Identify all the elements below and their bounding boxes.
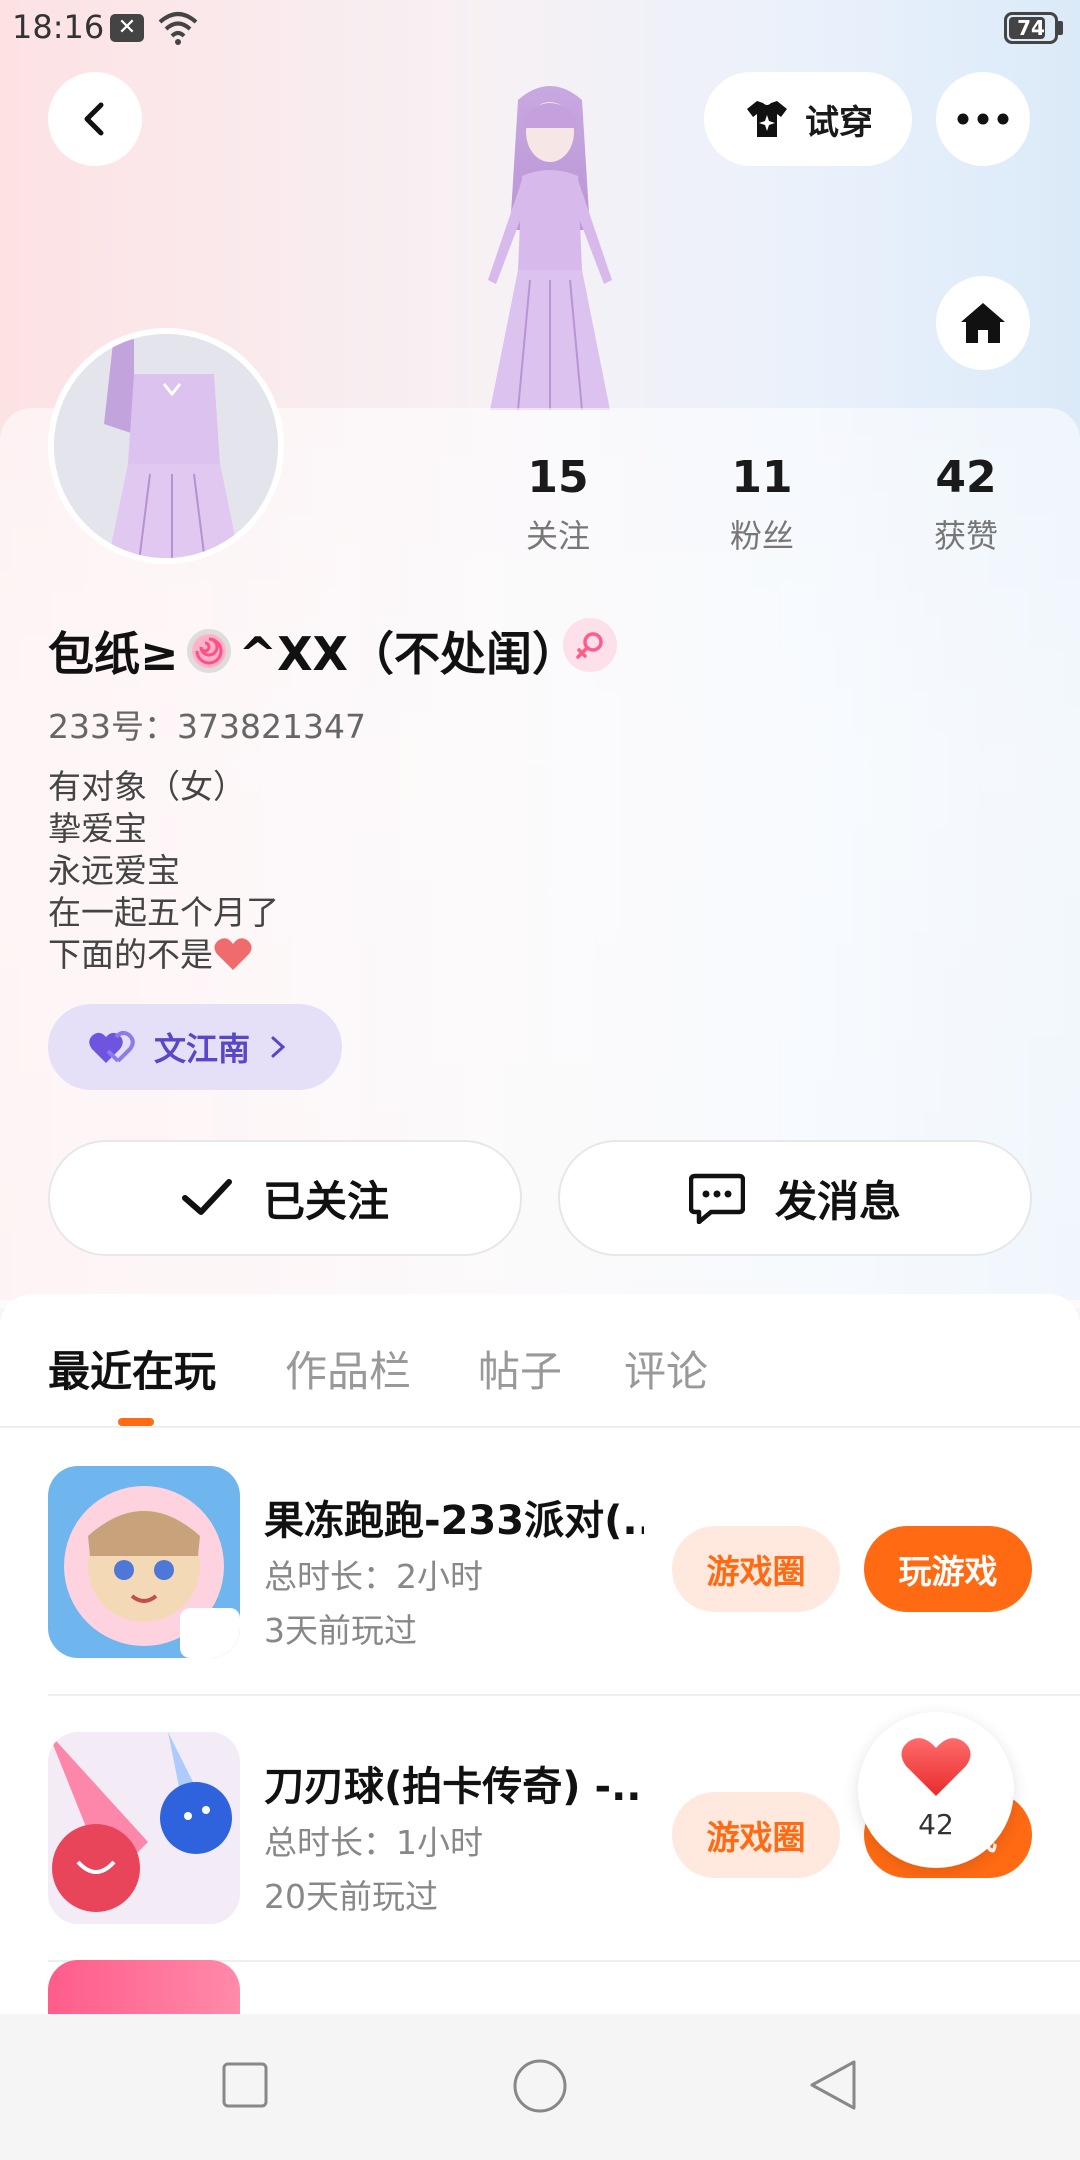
couple-name: 文江南: [154, 1030, 251, 1068]
bio-line: 有对象（女）: [48, 767, 246, 806]
shirt-sparkle-icon: [747, 101, 787, 137]
tab-works[interactable]: 作品栏: [285, 1338, 411, 1399]
stat-following-value: 15: [527, 452, 589, 503]
tab-bar: 最近在玩 作品栏 帖子 评论: [0, 1294, 1080, 1428]
lollipop-emoji-icon: [186, 629, 231, 673]
content-panel: 最近在玩 作品栏 帖子 评论 果冻跑跑-233派对(... 总时长：2小时 3天…: [0, 1294, 1080, 2014]
profile-name: 包纸≥ ^XX（不处闺）: [48, 618, 578, 684]
home-nav-icon[interactable]: [512, 2058, 568, 2114]
avatar-3d-figure: [488, 86, 612, 410]
like-count: 42: [918, 1808, 954, 1841]
profile-name-prefix: 包纸≥: [48, 627, 179, 681]
more-button[interactable]: [936, 72, 1030, 166]
heart-icon: [901, 1738, 971, 1796]
profile-name-suffix: ^XX（不处闺）: [238, 627, 579, 681]
heart-emoji-icon: [214, 938, 252, 970]
status-bar: 18:16 ✕ 74: [0, 0, 1080, 56]
bio-line: 在一起五个月了: [48, 893, 279, 932]
chevron-right-icon: [271, 1036, 286, 1058]
stat-following-label: 关注: [525, 517, 590, 555]
notification-x-icon: ✕: [110, 14, 144, 42]
play-game-button[interactable]: 玩游戏: [864, 1526, 1032, 1612]
stat-following[interactable]: 15 关注: [488, 452, 628, 557]
game-1-artwork: [48, 1466, 240, 1658]
more-dots-icon: [957, 113, 1009, 125]
home-button[interactable]: [936, 276, 1030, 370]
female-icon: [576, 632, 603, 659]
game-icon-blade-ball[interactable]: [48, 1732, 240, 1924]
bio: 有对象（女） 挚爱宝 永远爱宝 在一起五个月了 下面的不是: [48, 766, 279, 976]
try-on-button[interactable]: 试穿: [704, 72, 912, 166]
user-id[interactable]: 233号：373821347: [48, 700, 366, 748]
stat-fans[interactable]: 11 粉丝: [692, 452, 832, 557]
home-icon: [961, 303, 1005, 343]
chat-bubble-icon: [688, 1173, 745, 1224]
tab-comments[interactable]: 评论: [624, 1338, 708, 1399]
game-circle-button[interactable]: 游戏圈: [672, 1526, 840, 1612]
game-row[interactable]: 果冻跑跑-233派对(... 总时长：2小时 3天前玩过 游戏圈 玩游戏: [48, 1428, 1080, 1696]
followed-button[interactable]: 已关注: [48, 1140, 522, 1256]
game-icon-jelly-run[interactable]: [48, 1466, 240, 1658]
check-icon: [181, 1179, 232, 1215]
game-icon-partial: [48, 1960, 240, 2014]
followed-label: 已关注: [262, 1176, 389, 1226]
recents-icon[interactable]: [222, 2062, 268, 2108]
bio-line: 下面的不是: [48, 935, 213, 974]
tab-indicator: [118, 1418, 154, 1426]
chevron-left-icon: [84, 102, 104, 136]
game-last-played: 20天前玩过: [264, 1877, 438, 1916]
bio-line-with-heart: 下面的不是: [48, 934, 279, 976]
game-2-artwork: [48, 1732, 240, 1924]
game-title: 果冻跑跑-233派对(...: [264, 1498, 644, 1544]
back-nav-icon[interactable]: [808, 2058, 858, 2112]
back-button[interactable]: [48, 72, 142, 166]
stat-likes-label: 获赞: [933, 517, 998, 555]
tab-recently-played[interactable]: 最近在玩: [48, 1338, 216, 1399]
wifi-icon: [158, 12, 198, 45]
message-button[interactable]: 发消息: [558, 1140, 1032, 1256]
bio-line: 挚爱宝: [48, 809, 147, 848]
gender-badge: [563, 618, 617, 672]
avatar[interactable]: [48, 328, 284, 564]
like-button[interactable]: 42: [858, 1712, 1014, 1868]
stat-likes[interactable]: 42 获赞: [896, 452, 1036, 557]
stat-fans-label: 粉丝: [729, 517, 794, 555]
game-duration: 总时长：2小时: [264, 1557, 483, 1596]
battery-level: 74: [1017, 16, 1045, 40]
couple-badge[interactable]: 文江南: [48, 1004, 342, 1090]
tab-posts[interactable]: 帖子: [478, 1338, 562, 1399]
battery-cap: [1058, 21, 1063, 35]
system-nav-bar: [0, 2014, 1080, 2160]
game-last-played: 3天前玩过: [264, 1611, 417, 1650]
game-duration: 总时长：1小时: [264, 1823, 483, 1862]
bio-line: 永远爱宝: [48, 851, 180, 890]
game-circle-button[interactable]: 游戏圈: [672, 1792, 840, 1878]
stat-likes-value: 42: [935, 452, 997, 503]
battery-icon: 74: [1004, 12, 1058, 44]
status-time: 18:16: [12, 8, 105, 46]
message-label: 发消息: [774, 1176, 901, 1226]
game-title: 刀刃球(拍卡传奇) -...: [264, 1764, 644, 1810]
try-on-label: 试穿: [805, 102, 873, 143]
stat-fans-value: 11: [731, 452, 793, 503]
double-heart-icon: [89, 1030, 135, 1063]
